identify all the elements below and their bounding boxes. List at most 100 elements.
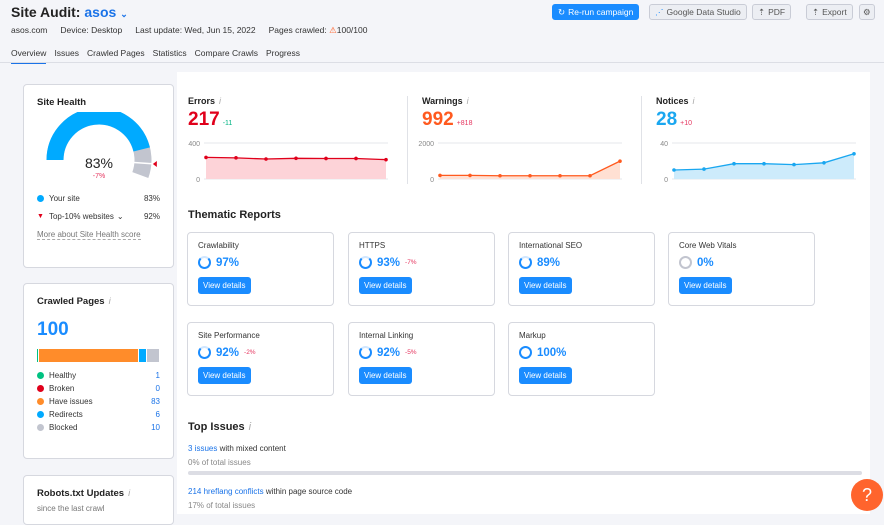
view-details-button[interactable]: View details [198, 367, 251, 384]
bar-segment-have-issues[interactable] [39, 349, 138, 362]
chevron-down-icon: ⌄ [116, 212, 124, 221]
sparkline-point[interactable] [498, 173, 502, 178]
info-icon[interactable]: i [109, 296, 111, 307]
sparkline-point[interactable] [528, 173, 532, 178]
dot-icon [37, 398, 44, 405]
legend-label: Redirects [49, 410, 83, 419]
dot-icon [37, 411, 44, 418]
sparkline-point[interactable] [384, 157, 388, 162]
help-button[interactable]: ? [851, 479, 883, 511]
pdf-button[interactable]: ⇡ PDF [752, 4, 792, 20]
blue-dot-icon [37, 195, 44, 202]
sparkline-point[interactable] [702, 167, 706, 171]
view-details-button[interactable]: View details [519, 367, 572, 384]
google-data-studio-button[interactable]: ⋰ Google Data Studio [649, 4, 747, 20]
metric-delta: +818 [456, 120, 473, 127]
site-health-delta: -7% [93, 173, 105, 180]
dot-icon [37, 424, 44, 431]
issue-link[interactable]: 3 issues [188, 444, 217, 453]
sparkline-point[interactable] [324, 156, 328, 161]
legend-value[interactable]: 10 [151, 423, 160, 432]
project-selector[interactable]: asos ⌄ [84, 4, 127, 20]
bar-segment-blocked[interactable] [147, 349, 159, 362]
metric-value[interactable]: 28 [656, 109, 677, 130]
sparkline-point[interactable] [672, 168, 676, 172]
pdf-label: PDF [768, 7, 786, 17]
info-icon[interactable]: i [249, 421, 251, 433]
sparkline-point[interactable] [762, 161, 766, 166]
sparkline-point[interactable] [438, 173, 442, 178]
sparkline-line [440, 160, 621, 177]
sparkline-point[interactable] [264, 157, 268, 161]
metric-value-row: 28 +10 [656, 109, 866, 131]
site-health-gauge: 83% -7% [46, 107, 157, 180]
view-details-button[interactable]: View details [198, 277, 251, 294]
issue-text: with mixed content [217, 444, 286, 453]
sparkline-point[interactable] [732, 161, 736, 166]
report-name: Site Performance [198, 331, 260, 340]
legend-label: Have issues [49, 397, 93, 406]
sparkline-chart: 40 0 [660, 141, 856, 184]
more-about-site-health-link[interactable]: More about Site Health score [37, 230, 141, 240]
export-button[interactable]: ⇡ Export [806, 4, 853, 20]
metric-errors: Errors i 217 -11 400 0 [188, 96, 398, 185]
sparkline-point[interactable] [204, 155, 208, 160]
sparkline-point[interactable] [588, 173, 592, 178]
sparkline-point[interactable] [294, 156, 298, 161]
issue-link[interactable]: 214 hreflang conflicts [188, 487, 264, 496]
report-percent: 0% [697, 256, 714, 269]
report-score: 89% [519, 256, 644, 269]
legend-top10[interactable]: ▼ Top-10% websites ⌄ 92% [37, 212, 160, 221]
metric-value[interactable]: 992 [422, 109, 454, 130]
settings-button[interactable]: ⚙ [859, 4, 875, 20]
crawled-pages-title: Crawled Pages i [37, 296, 160, 307]
view-details-button[interactable]: View details [519, 277, 572, 294]
info-icon[interactable]: i [467, 96, 469, 106]
view-details-button[interactable]: View details [679, 277, 732, 294]
report-percent: 97% [216, 256, 240, 269]
legend-label: Blocked [49, 423, 78, 432]
bar-segment-healthy[interactable] [37, 349, 39, 362]
metric-value[interactable]: 217 [188, 109, 220, 130]
sparkline-point[interactable] [558, 173, 562, 178]
info-icon[interactable]: i [128, 488, 130, 499]
sparkline-point[interactable] [792, 162, 796, 167]
thematic-card-crawlability: Crawlability 97% View details [187, 232, 334, 306]
gds-label: Google Data Studio [666, 7, 741, 17]
report-name: HTTPS [359, 241, 386, 250]
divider [407, 96, 408, 184]
crawled-pages-total[interactable]: 100 [37, 319, 160, 341]
issue-item: 3 issues with mixed content [188, 444, 286, 453]
view-details-button[interactable]: View details [359, 367, 412, 384]
sparkline-point[interactable] [354, 156, 358, 161]
gear-icon: ⚙ [863, 6, 871, 17]
legend-value[interactable]: 0 [156, 384, 160, 393]
legend-value[interactable]: 1 [156, 371, 160, 380]
top-issues-title: Top Issues i [188, 421, 251, 433]
progress-ring-icon [359, 256, 372, 269]
legend-value[interactable]: 83 [151, 397, 160, 406]
sparkline-chart: 400 0 [188, 141, 388, 184]
y-tick-label: 0 [430, 177, 434, 184]
last-update: Last update: Wed, Jun 15, 2022 [135, 25, 256, 35]
legend-value[interactable]: 6 [156, 410, 160, 419]
report-percent: 89% [537, 256, 561, 269]
sparkline-point[interactable] [852, 152, 856, 156]
legend-item: Redirects 6 [37, 410, 160, 419]
progress-ring-icon [519, 346, 532, 359]
crawled-pages-title-text: Crawled Pages [37, 296, 105, 307]
info-icon[interactable]: i [219, 96, 221, 106]
sparkline-point[interactable] [234, 156, 238, 160]
bar-segment-redirects[interactable] [138, 349, 147, 362]
legend-label: Broken [49, 384, 75, 393]
issue-item: 214 hreflang conflicts within page sourc… [188, 487, 352, 496]
rerun-campaign-button[interactable]: ↻ Re-run campaign [552, 4, 640, 20]
progress-ring-icon [359, 346, 372, 359]
sparkline-point[interactable] [468, 173, 472, 178]
sparkline-point[interactable] [822, 161, 826, 165]
info-icon[interactable]: i [693, 96, 695, 106]
y-tick-label: 400 [188, 141, 200, 148]
legend-label: Healthy [49, 371, 77, 380]
sparkline-point[interactable] [618, 159, 622, 163]
view-details-button[interactable]: View details [359, 277, 412, 294]
